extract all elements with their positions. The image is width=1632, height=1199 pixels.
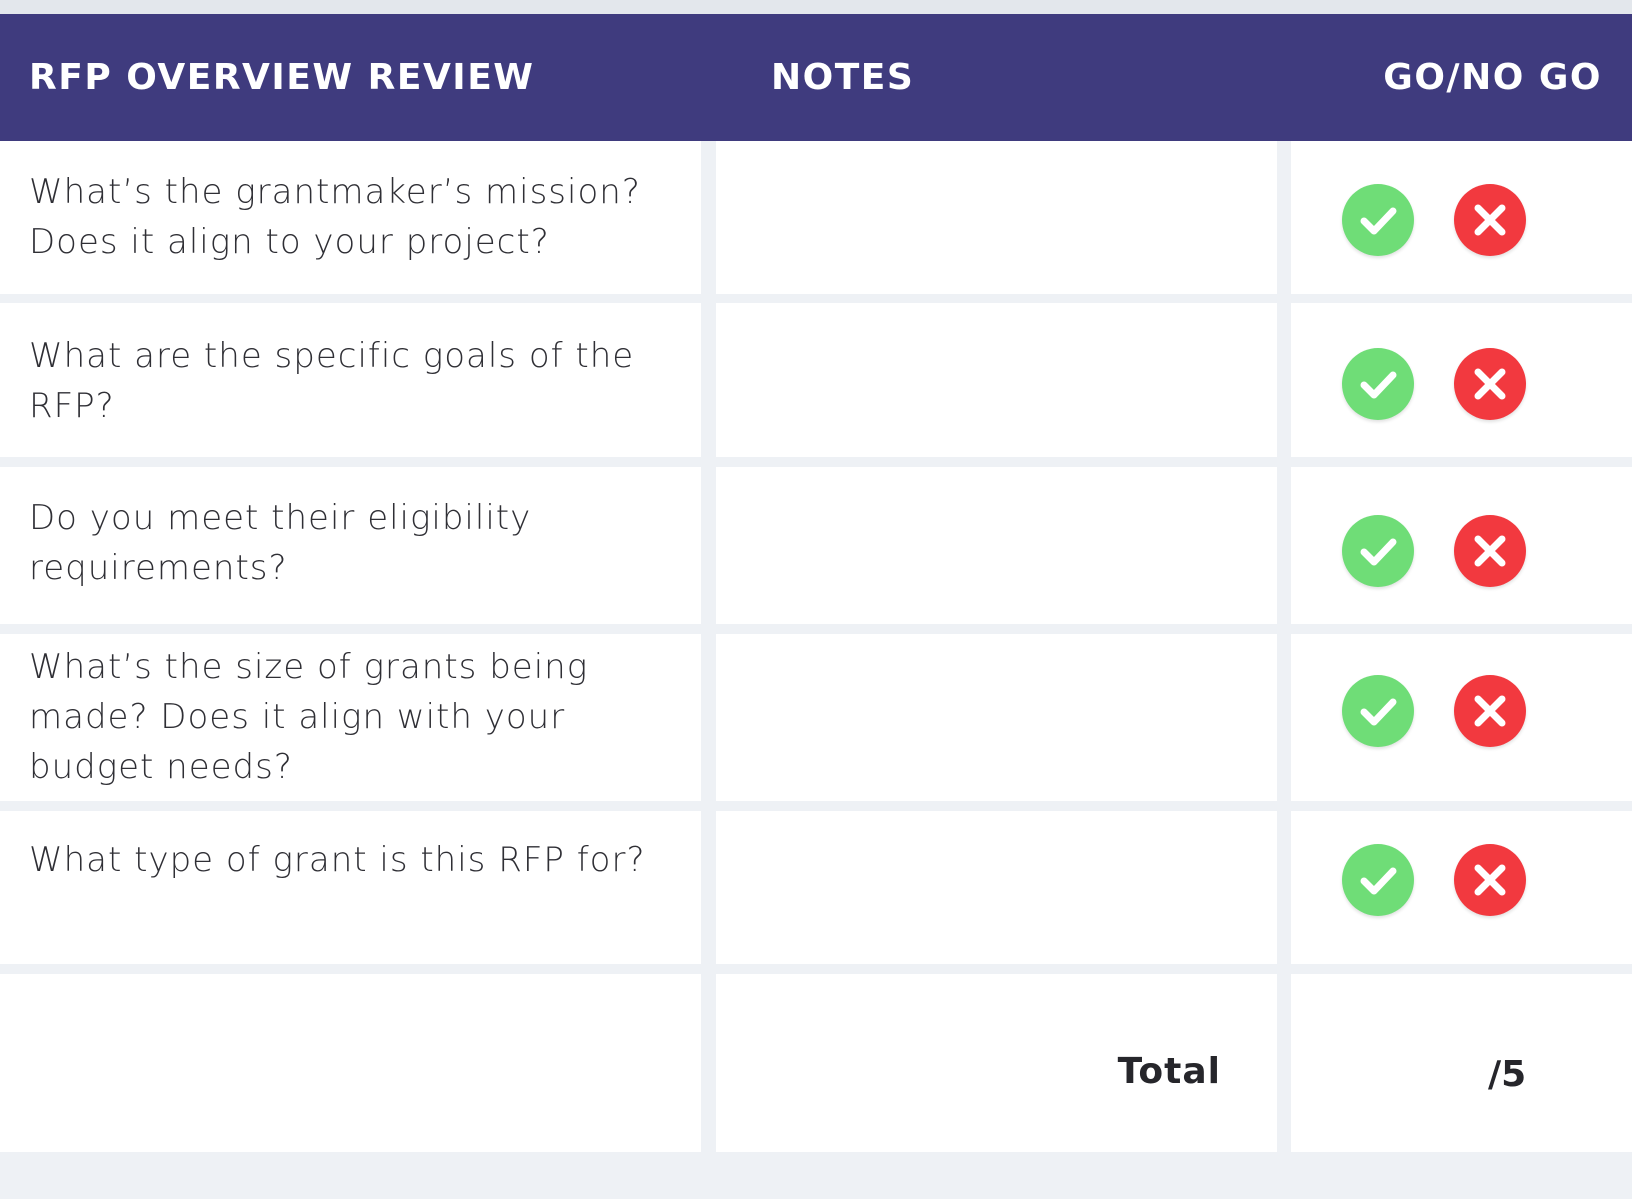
notes-cell[interactable] (716, 467, 1277, 624)
go-no-go-cell (1291, 303, 1632, 457)
question-cell: What type of grant is this RFP for? (0, 811, 701, 964)
go-no-go-cell (1291, 467, 1632, 624)
question-text: What are the specific goals of the RFP? (29, 336, 635, 426)
x-icon[interactable] (1454, 675, 1526, 747)
check-icon[interactable] (1342, 515, 1414, 587)
question-cell: What are the specific goals of the RFP? (0, 303, 701, 457)
question-text: Do you meet their eligibility requiremen… (29, 498, 532, 588)
notes-cell[interactable] (716, 811, 1277, 964)
x-icon[interactable] (1454, 184, 1526, 256)
notes-cell[interactable] (716, 141, 1277, 294)
header-question-column: RFP OVERVIEW REVIEW (29, 57, 535, 98)
total-label: Total (1117, 1051, 1221, 1092)
top-strip (0, 0, 1632, 14)
header-notes-column: NOTES (771, 57, 915, 98)
question-text: What’s the size of grants being made? Do… (29, 647, 589, 787)
question-text: What’s the grantmaker’s mission? Does it… (29, 172, 641, 262)
table-header: RFP OVERVIEW REVIEW NOTES GO/NO GO (0, 14, 1632, 141)
check-icon[interactable] (1342, 675, 1414, 747)
footer-empty-cell (0, 974, 701, 1152)
notes-cell[interactable] (716, 634, 1277, 801)
go-no-go-cell (1291, 811, 1632, 964)
question-cell: What’s the size of grants being made? Do… (0, 634, 701, 801)
x-icon[interactable] (1454, 348, 1526, 420)
question-cell: What’s the grantmaker’s mission? Does it… (0, 141, 701, 294)
check-icon[interactable] (1342, 184, 1414, 256)
check-icon[interactable] (1342, 348, 1414, 420)
header-go-no-go-column: GO/NO GO (1383, 57, 1602, 98)
go-no-go-cell (1291, 141, 1632, 294)
x-icon[interactable] (1454, 515, 1526, 587)
x-icon[interactable] (1454, 844, 1526, 916)
total-label-cell: Total (716, 974, 1277, 1152)
go-no-go-cell (1291, 634, 1632, 801)
question-text: What type of grant is this RFP for? (29, 840, 646, 880)
total-value: /5 (1488, 1054, 1527, 1095)
total-value-cell: /5 (1291, 974, 1632, 1152)
check-icon[interactable] (1342, 844, 1414, 916)
notes-cell[interactable] (716, 303, 1277, 457)
question-cell: Do you meet their eligibility requiremen… (0, 467, 701, 624)
